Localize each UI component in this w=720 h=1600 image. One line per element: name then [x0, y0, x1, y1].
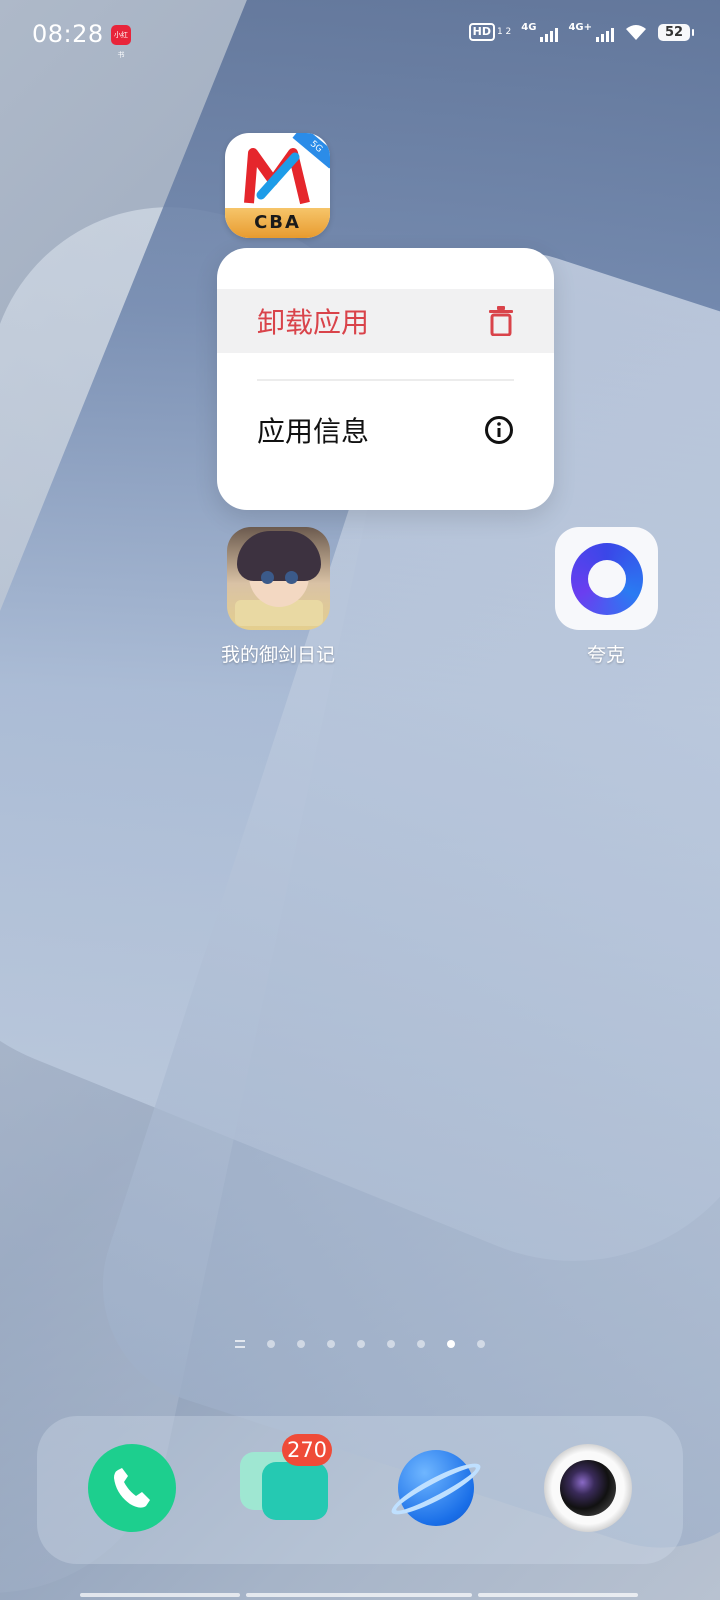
phone-handset-icon [114, 1468, 150, 1508]
m-logo-icon [244, 148, 310, 205]
gesture-bar[interactable] [478, 1593, 638, 1597]
app-quark[interactable]: 夸克 [536, 527, 676, 667]
app-label: 夸克 [586, 644, 625, 666]
page-dot [477, 1340, 485, 1348]
page-dot [297, 1340, 305, 1348]
phone-app-icon[interactable] [88, 1444, 176, 1532]
uninstall-label: 卸载应用 [257, 306, 370, 339]
cba-banner: CBA [225, 208, 330, 238]
trash-icon [489, 306, 513, 336]
page-dot [327, 1340, 335, 1348]
page-dot [357, 1340, 365, 1348]
gesture-bar[interactable] [80, 1593, 240, 1597]
wallpaper [0, 0, 720, 1600]
page-dot [267, 1340, 275, 1348]
network-type: 4G+ [568, 22, 592, 33]
hd-label: HD [468, 23, 495, 41]
dock: 270 [37, 1416, 683, 1564]
status-indicators: HD 1 2 4G 4G+ 52 [468, 22, 694, 42]
battery-icon: 52 [658, 23, 694, 41]
page-dot [387, 1340, 395, 1348]
notification-app-icon: 小红书 [111, 25, 131, 59]
wifi-icon [626, 25, 646, 40]
unread-badge: 270 [282, 1434, 332, 1466]
signal-icon: 4G+ [568, 22, 614, 42]
app-yujian-diary[interactable]: 我的御剑日记 [208, 527, 348, 667]
messages-app-icon[interactable]: 270 [240, 1434, 332, 1532]
yujian-diary-icon [226, 527, 330, 630]
uninstall-app-button[interactable]: 卸载应用 [217, 289, 554, 353]
app-label: 我的御剑日记 [220, 644, 335, 666]
status-bar: 08:28 小红书 HD 1 2 4G 4G+ 52 [0, 0, 720, 70]
quark-icon [554, 527, 658, 630]
page-list-indicator [235, 1340, 245, 1348]
camera-app-icon[interactable] [544, 1444, 632, 1532]
page-indicator[interactable] [0, 1334, 720, 1354]
menu-divider [257, 379, 514, 381]
info-icon [485, 416, 513, 444]
sim-slots: 1 2 [496, 27, 512, 37]
migu-video-app-icon[interactable]: 5G CBA [225, 133, 330, 238]
camera-lens-icon [560, 1460, 616, 1516]
browser-app-icon[interactable] [386, 1444, 486, 1532]
page-dot-active [447, 1340, 455, 1348]
app-context-menu: 卸载应用 应用信息 [217, 248, 554, 510]
signal-icon: 4G [521, 22, 559, 42]
network-type: 4G [521, 22, 537, 33]
clock: 08:28 [32, 20, 104, 48]
page-dot [417, 1340, 425, 1348]
app-info-button[interactable]: 应用信息 [217, 398, 554, 462]
gesture-bar[interactable] [246, 1593, 472, 1597]
app-info-label: 应用信息 [257, 415, 370, 448]
hd-voice-icon: HD 1 2 [468, 23, 512, 41]
